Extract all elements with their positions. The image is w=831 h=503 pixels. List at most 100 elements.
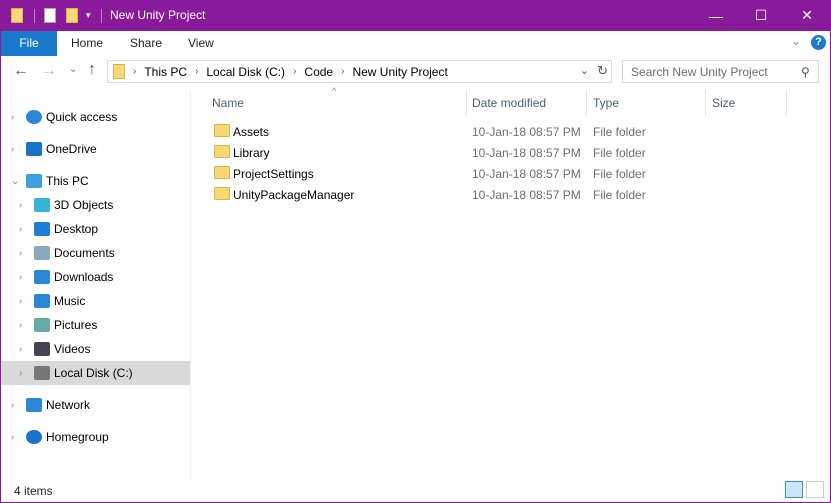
column-date-modified[interactable]: Date modified <box>472 96 546 110</box>
details-view-button[interactable] <box>785 481 803 498</box>
file-date: 10-Jan-18 08:57 PM <box>472 125 581 139</box>
cube-icon <box>34 198 50 212</box>
divider <box>466 90 467 116</box>
sidebar-item-label: Quick access <box>46 110 118 124</box>
divider <box>586 90 587 116</box>
forward-button[interactable]: → <box>41 62 57 80</box>
column-name[interactable]: Name <box>212 96 244 110</box>
music-icon <box>34 294 50 308</box>
address-bar[interactable]: › This PC › Local Disk (C:) › Code › New… <box>107 60 612 83</box>
large-icons-view-button[interactable] <box>806 481 824 498</box>
chevron-right-icon[interactable]: › <box>19 248 22 259</box>
properties-icon[interactable] <box>44 8 56 23</box>
up-button[interactable]: ↑ <box>88 61 96 79</box>
breadcrumb-this-pc[interactable]: This PC <box>144 65 187 79</box>
recent-locations-button[interactable]: ⌄ <box>69 64 77 75</box>
tab-share[interactable]: Share <box>117 31 175 56</box>
divider <box>705 90 706 116</box>
chevron-right-icon[interactable]: › <box>11 112 14 123</box>
sidebar-item-label: Videos <box>54 342 91 356</box>
sidebar-item-homegroup[interactable]: › Homegroup <box>1 425 190 449</box>
sidebar-item-music[interactable]: › Music <box>1 289 190 313</box>
new-folder-icon[interactable] <box>66 8 78 23</box>
sidebar-item-label: Documents <box>54 246 115 260</box>
help-icon[interactable]: ? <box>811 35 826 50</box>
minimize-button[interactable]: — <box>693 0 739 31</box>
file-name: Assets <box>233 125 270 139</box>
folder-icon <box>113 64 125 79</box>
star-icon <box>26 110 42 124</box>
file-type: File folder <box>593 146 646 160</box>
maximize-button[interactable]: ☐ <box>738 0 784 31</box>
search-input[interactable]: Search New Unity Project <box>622 60 819 83</box>
chevron-right-icon[interactable]: › <box>11 144 14 155</box>
file-type: File folder <box>593 125 646 139</box>
sidebar-item-label: OneDrive <box>46 142 97 156</box>
chevron-right-icon: › <box>341 66 345 77</box>
homegroup-icon <box>26 430 42 444</box>
chevron-right-icon[interactable]: › <box>19 344 22 355</box>
column-type[interactable]: Type <box>593 96 619 110</box>
tab-home[interactable]: Home <box>58 31 116 56</box>
file-row[interactable]: Library 10-Jan-18 08:57 PM File folder <box>192 142 792 163</box>
chevron-right-icon[interactable]: › <box>19 368 22 379</box>
chevron-right-icon[interactable]: › <box>19 200 22 211</box>
videos-icon <box>34 342 50 356</box>
file-row[interactable]: ProjectSettings 10-Jan-18 08:57 PM File … <box>192 163 792 184</box>
sidebar-item-label: Downloads <box>54 270 114 284</box>
sidebar-item-videos[interactable]: › Videos <box>1 337 190 361</box>
tab-file[interactable]: File <box>1 31 57 56</box>
divider <box>101 9 102 23</box>
address-dropdown-icon[interactable]: ⌄ <box>580 64 589 77</box>
file-name: UnityPackageManager <box>233 188 355 202</box>
close-button[interactable]: ✕ <box>784 0 830 31</box>
divider <box>34 9 35 23</box>
desktop-icon <box>34 222 50 236</box>
tab-view[interactable]: View <box>175 31 227 56</box>
sidebar-item-this-pc[interactable]: ⌄ This PC <box>1 169 190 193</box>
item-count: 4 items <box>14 484 53 498</box>
expand-ribbon-icon[interactable]: ⌄ <box>791 34 801 48</box>
window-title: New Unity Project <box>110 8 206 22</box>
sidebar-item-onedrive[interactable]: › OneDrive <box>1 137 190 161</box>
chevron-right-icon[interactable]: › <box>19 320 22 331</box>
chevron-right-icon: › <box>133 66 137 77</box>
title-bar: ▾ New Unity Project — ☐ ✕ <box>1 0 830 31</box>
chevron-right-icon: › <box>195 66 199 77</box>
drive-icon <box>34 366 50 380</box>
chevron-right-icon[interactable]: › <box>19 272 22 283</box>
sidebar-item-desktop[interactable]: › Desktop <box>1 217 190 241</box>
search-icon: ⚲ <box>801 65 810 79</box>
breadcrumb-code[interactable]: Code <box>304 65 333 79</box>
chevron-down-icon[interactable]: ⌄ <box>11 176 19 187</box>
folder-icon <box>214 145 230 158</box>
sidebar-item-network[interactable]: › Network <box>1 393 190 417</box>
file-row[interactable]: UnityPackageManager 10-Jan-18 08:57 PM F… <box>192 184 792 205</box>
sidebar-item-quick-access[interactable]: › Quick access <box>1 105 190 129</box>
sidebar-item-pictures[interactable]: › Pictures <box>1 313 190 337</box>
chevron-right-icon[interactable]: › <box>19 296 22 307</box>
navigation-bar: ← → ⌄ ↑ › This PC › Local Disk (C:) › Co… <box>1 56 830 89</box>
refresh-button[interactable]: ↻ <box>597 63 608 79</box>
customize-toolbar-icon[interactable]: ▾ <box>86 10 91 21</box>
chevron-right-icon[interactable]: › <box>11 400 14 411</box>
folder-icon <box>214 187 230 200</box>
sidebar-item-label: 3D Objects <box>54 198 114 212</box>
chevron-right-icon[interactable]: › <box>11 432 14 443</box>
chevron-right-icon[interactable]: › <box>19 224 22 235</box>
sidebar-item-local-disk-c[interactable]: › Local Disk (C:) <box>1 361 190 385</box>
sidebar-item-downloads[interactable]: › Downloads <box>1 265 190 289</box>
navigation-pane: › Quick access › OneDrive ⌄ This PC › 3D Ob… <box>1 90 191 480</box>
sidebar-item-label: Desktop <box>54 222 99 236</box>
file-row[interactable]: Assets 10-Jan-18 08:57 PM File folder <box>192 121 792 142</box>
sidebar-item-3d-objects[interactable]: › 3D Objects <box>1 193 190 217</box>
file-date: 10-Jan-18 08:57 PM <box>472 188 581 202</box>
back-button[interactable]: ← <box>13 62 29 80</box>
file-name: ProjectSettings <box>233 167 314 181</box>
column-size[interactable]: Size <box>712 96 735 110</box>
breadcrumb-project[interactable]: New Unity Project <box>352 65 447 79</box>
sidebar-item-documents[interactable]: › Documents <box>1 241 190 265</box>
folder-icon <box>214 166 230 179</box>
sort-ascending-icon: ^ <box>332 86 337 96</box>
breadcrumb-local-disk[interactable]: Local Disk (C:) <box>206 65 285 79</box>
